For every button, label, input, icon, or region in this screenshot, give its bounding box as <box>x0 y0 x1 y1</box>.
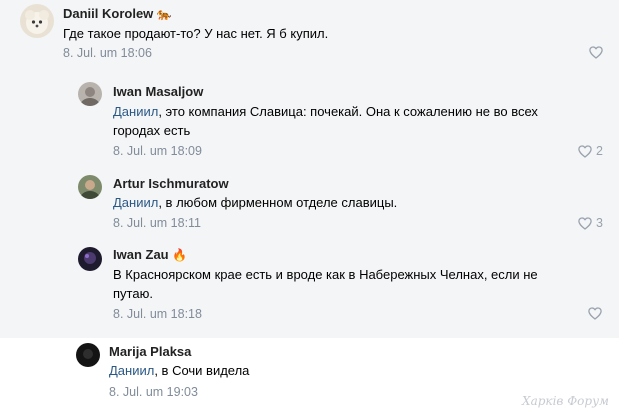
avatar-artur[interactable] <box>78 175 102 199</box>
comment-date[interactable]: 8. Jul. um 18:11 <box>113 216 201 230</box>
comment-text: В Красноярском крае есть и вроде как в Н… <box>113 267 538 301</box>
mention-link[interactable]: Даниил <box>113 104 158 119</box>
fire-emoji-icon: 🔥 <box>172 248 188 262</box>
like-button[interactable] <box>588 307 606 320</box>
avatar-iwan-zau[interactable] <box>78 247 102 271</box>
comment-text: Даниил, это компания Славица: почекай. О… <box>113 104 538 138</box>
heart-outline-icon <box>589 46 603 59</box>
comment-author[interactable]: Iwan Zau 🔥 <box>113 247 187 262</box>
mention-link[interactable]: Даниил <box>109 363 154 378</box>
comment-text: Даниил, в Сочи видела <box>109 363 250 378</box>
tiger-emoji-icon: 🐅 <box>156 7 172 21</box>
like-count: 2 <box>596 144 603 158</box>
comment-3: Iwan Zau 🔥 В Красноярском крае есть и вр… <box>78 240 608 326</box>
author-name: Iwan Zau <box>113 247 169 262</box>
comment-4: Marija Plaksa Даниил, в Сочи видела 8. J… <box>76 340 606 402</box>
comment-text: Даниил, в любом фирменном отделе славицы… <box>113 195 398 210</box>
heart-outline-icon <box>578 216 592 230</box>
comment-author[interactable]: Daniil Korolew 🐅 <box>63 6 172 21</box>
comment-date[interactable]: 8. Jul. um 18:09 <box>113 144 202 158</box>
heart-outline-icon <box>578 144 592 158</box>
author-name: Daniil Korolew <box>63 6 154 21</box>
like-button[interactable]: 2 <box>578 144 603 158</box>
comment-date[interactable]: 8. Jul. um 18:18 <box>113 307 202 321</box>
avatar-marija[interactable] <box>76 343 100 367</box>
comment-2: Artur Ischmuratow Даниил, в любом фирмен… <box>78 170 608 232</box>
comment-date[interactable]: 8. Jul. um 18:06 <box>63 46 152 60</box>
like-count: 3 <box>596 216 603 230</box>
heart-outline-icon <box>588 307 602 320</box>
forum-watermark: Харків Форум <box>522 394 609 408</box>
comment-1: Iwan Masaljow Даниил, это компания Слави… <box>78 78 608 160</box>
comment-text: Где такое продают-то? У нас нет. Я б куп… <box>63 26 329 41</box>
comment-author[interactable]: Artur Ischmuratow <box>113 176 229 191</box>
like-button[interactable]: 3 <box>578 216 603 230</box>
comment-author[interactable]: Iwan Masaljow <box>113 84 203 99</box>
comment-0: Daniil Korolew 🐅 Где такое продают-то? У… <box>20 4 610 68</box>
mention-link[interactable]: Даниил <box>113 195 158 210</box>
avatar-daniil[interactable] <box>20 4 54 38</box>
comment-date[interactable]: 8. Jul. um 19:03 <box>109 385 198 399</box>
comment-author[interactable]: Marija Plaksa <box>109 344 191 359</box>
avatar-iwan-masaljow[interactable] <box>78 82 102 106</box>
like-button[interactable] <box>589 46 607 59</box>
